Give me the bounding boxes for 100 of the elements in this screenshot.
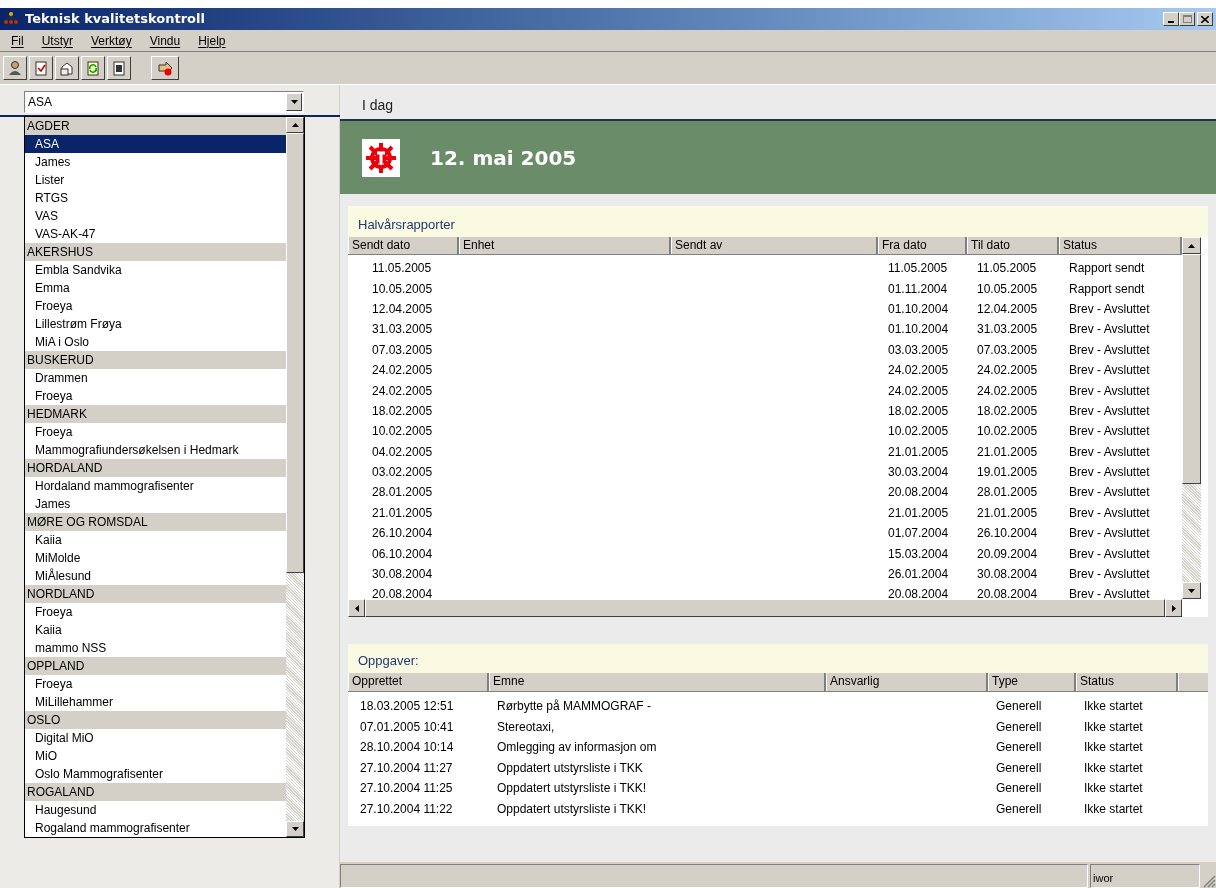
table-cell: 01.11.2004 bbox=[888, 281, 948, 296]
scroll-thumb[interactable] bbox=[1182, 254, 1201, 484]
column-header[interactable]: Type bbox=[988, 673, 1076, 691]
column-header[interactable]: Fra dato bbox=[878, 237, 967, 254]
table-cell: 03.02.2005 bbox=[372, 465, 433, 480]
menu-item[interactable]: Utstyr bbox=[32, 31, 82, 50]
table-cell: Oppdatert utstyrsliste i TKK bbox=[497, 760, 643, 775]
toolbar-button[interactable] bbox=[3, 56, 27, 80]
table-cell: 01.10.2004 bbox=[888, 301, 949, 316]
list-item[interactable]: ASA bbox=[25, 135, 287, 153]
close-button[interactable] bbox=[1197, 12, 1213, 26]
gear-logo-icon bbox=[362, 138, 400, 177]
table-cell: Brev - Avsluttet bbox=[1069, 363, 1150, 378]
table-cell: 27.10.2004 11:25 bbox=[360, 781, 453, 796]
table-cell: 06.10.2004 bbox=[372, 546, 433, 561]
banner-date: 12. mai 2005 bbox=[430, 144, 577, 172]
group-header: ROGALAND bbox=[25, 783, 287, 801]
table-cell: Brev - Avsluttet bbox=[1069, 444, 1150, 459]
table-cell: 21.01.2005 bbox=[888, 505, 949, 520]
scroll-up-button[interactable] bbox=[286, 117, 304, 133]
table-cell: 21.01.2005 bbox=[372, 505, 433, 520]
table-cell: 20.08.2004 bbox=[977, 587, 1038, 602]
table-cell: Ikke startet bbox=[1084, 740, 1143, 755]
down-arrow-icon bbox=[291, 827, 299, 831]
toolbar-button[interactable] bbox=[81, 56, 105, 80]
table-cell: 27.10.2004 11:22 bbox=[360, 801, 453, 816]
table-cell: Ikke startet bbox=[1084, 719, 1143, 734]
column-header[interactable]: Sendt dato bbox=[348, 237, 459, 254]
table-cell: 04.02.2005 bbox=[372, 444, 433, 459]
toolbar-button[interactable] bbox=[55, 56, 79, 80]
column-header[interactable]: Til dato bbox=[967, 237, 1059, 254]
minimize-button[interactable] bbox=[1163, 12, 1179, 26]
table-cell: 20.08.2004 bbox=[372, 587, 433, 602]
user-name: iwor bbox=[1093, 870, 1114, 886]
scroll-right-button[interactable] bbox=[1165, 599, 1182, 617]
group-header: AGDER bbox=[25, 117, 287, 135]
table-cell: 27.10.2004 11:27 bbox=[360, 760, 453, 775]
group-header: BUSKERUD bbox=[25, 351, 287, 369]
table-cell: 18.03.2005 12:51 bbox=[360, 699, 454, 714]
table-cell: 31.03.2005 bbox=[977, 322, 1038, 337]
table-cell: 24.02.2005 bbox=[888, 363, 949, 378]
column-header[interactable]: Opprettet bbox=[348, 673, 489, 691]
menu-item[interactable]: Hjelp bbox=[189, 31, 235, 50]
menu-item[interactable]: Verktøy bbox=[82, 31, 141, 50]
toolbar-button[interactable] bbox=[107, 56, 131, 80]
table-cell: 20.09.2004 bbox=[977, 546, 1038, 561]
table-cell: Brev - Avsluttet bbox=[1069, 465, 1150, 480]
column-header[interactable]: Sendt av bbox=[671, 237, 878, 254]
table-cell: Generell bbox=[996, 740, 1042, 755]
scroll-left-button[interactable] bbox=[348, 599, 365, 617]
page-tab[interactable]: I dag bbox=[362, 95, 394, 116]
group-header: AKERSHUS bbox=[25, 243, 287, 261]
table-cell: Oppdatert utstyrsliste i TKK! bbox=[497, 801, 647, 816]
maximize-button[interactable] bbox=[1179, 12, 1195, 26]
table-cell: 01.07.2004 bbox=[888, 526, 949, 541]
scroll-down-button[interactable] bbox=[286, 821, 304, 837]
table-cell: 28.01.2005 bbox=[372, 485, 433, 500]
exit-icon bbox=[157, 60, 173, 76]
table-cell: Ikke startet bbox=[1084, 781, 1143, 796]
table-cell: 26.01.2004 bbox=[888, 567, 949, 582]
table-cell: 20.08.2004 bbox=[888, 587, 949, 602]
table-cell: 31.03.2005 bbox=[372, 322, 433, 337]
table-cell: Brev - Avsluttet bbox=[1069, 383, 1150, 398]
table-cell: 28.01.2005 bbox=[977, 485, 1038, 500]
table-cell: 18.02.2005 bbox=[888, 403, 949, 418]
down-arrow-icon bbox=[1188, 588, 1195, 593]
column-header[interactable]: Ansvarlig bbox=[826, 673, 988, 691]
table-cell: 30.08.2004 bbox=[977, 567, 1038, 582]
menu-item[interactable]: Vindu bbox=[140, 31, 190, 50]
table-cell: Brev - Avsluttet bbox=[1069, 424, 1150, 439]
table-cell: Brev - Avsluttet bbox=[1069, 567, 1150, 582]
table-cell: Brev - Avsluttet bbox=[1069, 526, 1150, 541]
section-title: Oppgaver: bbox=[358, 651, 419, 670]
scrollbar[interactable] bbox=[286, 117, 304, 837]
column-header[interactable]: Emne bbox=[489, 673, 826, 691]
toolbar-button[interactable] bbox=[151, 56, 179, 80]
column-header[interactable]: Enhet bbox=[459, 237, 671, 254]
table-cell: Oppdatert utstyrsliste i TKK! bbox=[497, 781, 647, 796]
group-header: HORDALAND bbox=[25, 459, 287, 477]
table-cell: 21.01.2005 bbox=[888, 444, 949, 459]
scroll-thumb[interactable] bbox=[286, 133, 304, 573]
column-header[interactable]: Status bbox=[1076, 673, 1178, 691]
table-cell: 07.03.2005 bbox=[372, 342, 433, 357]
table-cell: 19.01.2005 bbox=[977, 465, 1038, 480]
table-cell: 24.02.2005 bbox=[977, 363, 1038, 378]
table-cell: 18.02.2005 bbox=[372, 403, 433, 418]
table-cell: Omlegging av informasjon om bbox=[497, 740, 657, 755]
table-cell: 12.04.2005 bbox=[977, 301, 1038, 316]
table-cell: 15.03.2004 bbox=[888, 546, 949, 561]
scroll-down-button[interactable] bbox=[1182, 582, 1201, 599]
right-arrow-icon bbox=[1171, 604, 1176, 612]
table-cell: 30.03.2004 bbox=[888, 465, 949, 480]
table-cell: 21.01.2005 bbox=[977, 444, 1038, 459]
menu-item[interactable]: Fil bbox=[2, 31, 33, 50]
resize-grip-icon[interactable] bbox=[1202, 874, 1216, 888]
unit-combo-box[interactable]: ASA bbox=[24, 91, 304, 113]
table-cell: Brev - Avsluttet bbox=[1069, 403, 1150, 418]
vertical-scrollbar[interactable] bbox=[1182, 237, 1201, 599]
toolbar-button[interactable] bbox=[29, 56, 53, 80]
scroll-up-button[interactable] bbox=[1182, 237, 1201, 254]
